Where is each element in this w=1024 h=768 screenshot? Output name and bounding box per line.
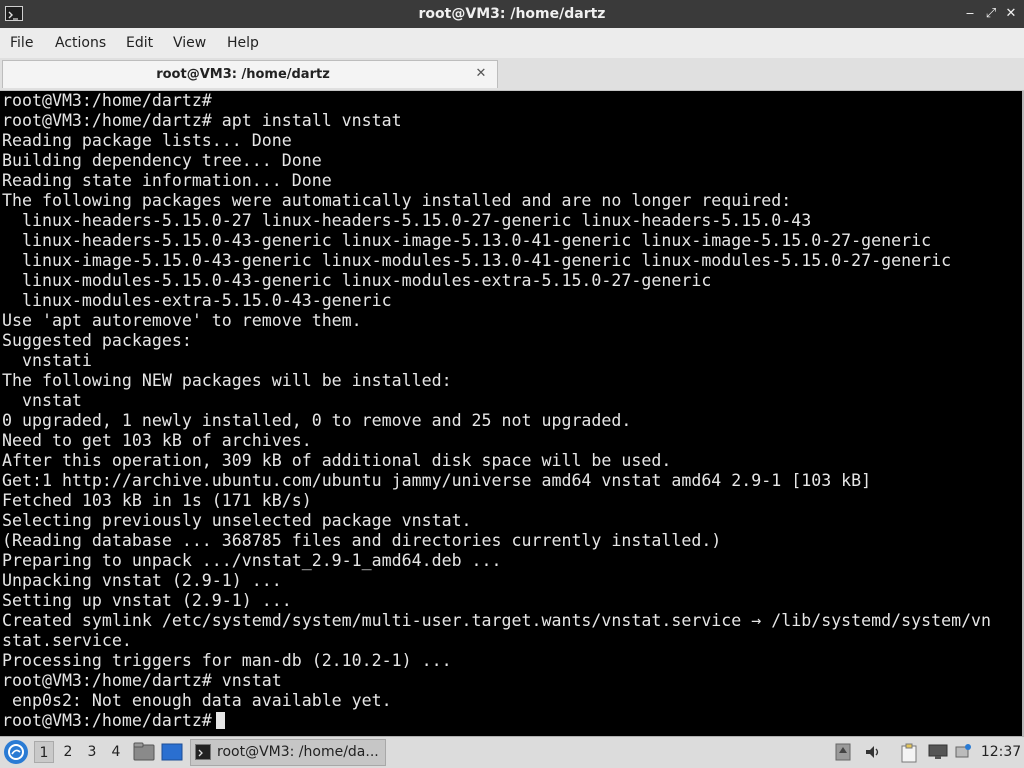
terminal-line: Selecting previously unselected package … xyxy=(2,511,472,530)
terminal-line: Preparing to unpack .../vnstat_2.9-1_amd… xyxy=(2,551,502,570)
workspace-3[interactable]: 3 xyxy=(82,741,102,763)
terminal-line: vnstat xyxy=(2,391,82,410)
taskbar-terminal-task[interactable]: root@VM3: /home/da... xyxy=(190,739,386,766)
terminal-line: Setting up vnstat (2.9-1) ... xyxy=(2,591,292,610)
clipboard-icon[interactable] xyxy=(900,743,918,767)
update-notifier-icon[interactable] xyxy=(835,743,851,765)
menu-file[interactable]: File xyxy=(10,28,33,58)
maximize-button[interactable]: ⤢ xyxy=(982,5,1000,23)
menu-help[interactable]: Help xyxy=(227,28,259,58)
workspace-4[interactable]: 4 xyxy=(106,741,126,763)
terminal-line: Suggested packages: xyxy=(2,331,192,350)
menu-actions[interactable]: Actions xyxy=(55,28,106,58)
terminal-prompt-line: root@VM3:/home/dartz# xyxy=(2,711,991,731)
taskbar: 1 2 3 4 root@VM3: /home/da... 12:37 xyxy=(0,736,1024,768)
terminal-icon xyxy=(195,744,211,760)
terminal-line: root@VM3:/home/dartz# xyxy=(2,91,212,110)
file-manager-icon[interactable] xyxy=(133,742,155,766)
start-menu-button[interactable] xyxy=(4,740,28,764)
tab-label: root@VM3: /home/dartz xyxy=(156,67,330,82)
terminal-line: Processing triggers for man-db (2.10.2-1… xyxy=(2,651,452,670)
tab-terminal[interactable]: root@VM3: /home/dartz ✕ xyxy=(2,60,498,88)
terminal-line: 0 upgraded, 1 newly installed, 0 to remo… xyxy=(2,411,632,430)
terminal-line: vnstati xyxy=(2,351,92,370)
terminal-line: Need to get 103 kB of archives. xyxy=(2,431,312,450)
window-titlebar[interactable]: root@VM3: /home/dartz ‒ ⤢ ✕ xyxy=(0,0,1024,28)
terminal-line: root@VM3:/home/dartz# vnstat xyxy=(2,671,282,690)
workspace-2[interactable]: 2 xyxy=(58,741,78,763)
terminal-line: linux-modules-5.15.0-43-generic linux-mo… xyxy=(2,271,712,290)
task-label: root@VM3: /home/da... xyxy=(217,744,379,760)
menu-bar: File Actions Edit View Help xyxy=(0,28,1024,58)
terminal-line: Reading package lists... Done xyxy=(2,131,292,150)
terminal-line: Get:1 http://archive.ubuntu.com/ubuntu j… xyxy=(2,471,872,490)
terminal-output[interactable]: root@VM3:/home/dartz# root@VM3:/home/dart… xyxy=(0,91,1024,736)
workspace-1[interactable]: 1 xyxy=(34,741,54,763)
terminal-line: Unpacking vnstat (2.9-1) ... xyxy=(2,571,282,590)
tab-bar: root@VM3: /home/dartz ✕ xyxy=(0,58,1024,91)
menu-edit[interactable]: Edit xyxy=(126,28,153,58)
volume-icon[interactable] xyxy=(864,743,882,765)
window-title: root@VM3: /home/dartz xyxy=(418,6,606,22)
terminal-line: After this operation, 309 kB of addition… xyxy=(2,451,672,470)
terminal-line: root@VM3:/home/dartz# apt install vnstat xyxy=(2,111,402,130)
terminal-line: linux-headers-5.15.0-43-generic linux-im… xyxy=(2,231,932,250)
network-icon[interactable] xyxy=(928,743,948,765)
minimize-button[interactable]: ‒ xyxy=(961,5,979,23)
terminal-line: (Reading database ... 368785 files and d… xyxy=(2,531,722,550)
terminal-line: The following NEW packages will be insta… xyxy=(2,371,452,390)
terminal-line: enp0s2: Not enough data available yet. xyxy=(2,691,392,710)
terminal-line: stat.service. xyxy=(2,631,132,650)
terminal-line: linux-headers-5.15.0-27 linux-headers-5.… xyxy=(2,211,812,230)
close-window-button[interactable]: ✕ xyxy=(1002,5,1020,23)
terminal-text: root@VM3:/home/dartz# root@VM3:/home/dart… xyxy=(2,91,991,731)
terminal-line: Created symlink /etc/systemd/system/mult… xyxy=(2,611,992,630)
terminal-line: linux-modules-extra-5.15.0-43-generic xyxy=(2,291,392,310)
terminal-line: Reading state information... Done xyxy=(2,171,332,190)
terminal-line: The following packages were automaticall… xyxy=(2,191,792,210)
app-menu-icon xyxy=(8,744,24,760)
clock[interactable]: 12:37 xyxy=(978,737,1024,768)
terminal-line: Building dependency tree... Done xyxy=(2,151,322,170)
terminal-line: linux-image-5.15.0-43-generic linux-modu… xyxy=(2,251,952,270)
text-cursor xyxy=(215,712,225,729)
bluetooth-icon[interactable] xyxy=(954,743,972,765)
desktop-icon[interactable] xyxy=(161,742,183,766)
tab-close-icon[interactable]: ✕ xyxy=(473,65,489,83)
terminal-line: Fetched 103 kB in 1s (171 kB/s) xyxy=(2,491,312,510)
menu-view[interactable]: View xyxy=(173,28,206,58)
terminal-line: Use 'apt autoremove' to remove them. xyxy=(2,311,362,330)
terminal-prompt: root@VM3:/home/dartz# xyxy=(2,711,212,730)
